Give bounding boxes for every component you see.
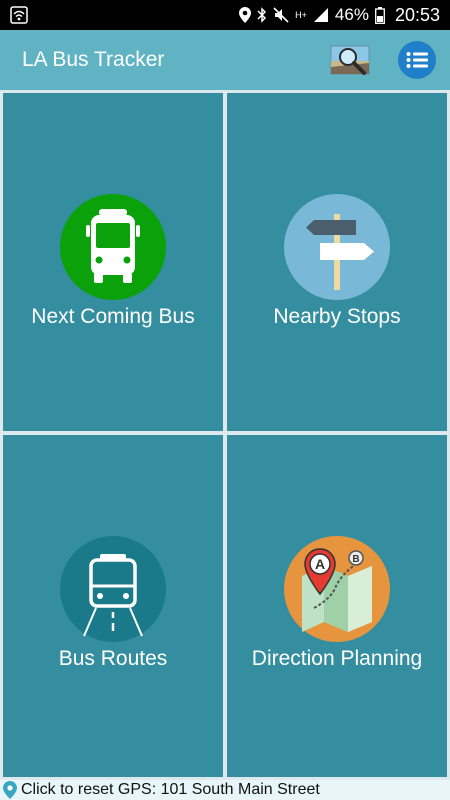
app-bar: LA Bus Tracker xyxy=(0,30,450,90)
signal-icon xyxy=(313,8,328,22)
map-search-button[interactable] xyxy=(330,43,370,77)
menu-button[interactable] xyxy=(398,41,436,79)
wifi-icon xyxy=(10,6,28,24)
map-search-icon xyxy=(330,45,370,75)
tile-bus-routes[interactable]: Bus Routes xyxy=(3,435,223,777)
tile-label: Direction Planning xyxy=(251,647,423,670)
tile-label: Next Coming Bus xyxy=(31,305,195,328)
tile-label: Nearby Stops xyxy=(273,305,401,328)
battery-icon xyxy=(375,6,385,24)
reset-gps-bar[interactable]: Click to reset GPS: 101 South Main Stree… xyxy=(0,780,450,800)
bus-route-icon xyxy=(60,536,166,642)
network-type: H+ xyxy=(295,9,307,20)
location-icon xyxy=(239,7,252,23)
signpost-icon xyxy=(284,194,390,300)
tile-label: Bus Routes xyxy=(58,647,168,670)
list-menu-icon xyxy=(406,52,428,68)
tile-direction-planning[interactable]: B A Direction Planning xyxy=(227,435,447,777)
mute-icon xyxy=(273,7,289,23)
map-directions-icon: B A xyxy=(284,536,390,642)
battery-percent: 46% xyxy=(334,5,369,24)
tile-nearby-stops[interactable]: Nearby Stops xyxy=(227,93,447,431)
svg-text:A: A xyxy=(315,556,325,572)
status-bar: H+ 46% 20:53 xyxy=(0,0,450,30)
location-pin-icon xyxy=(3,781,17,799)
main-grid: Next Coming Bus Nearby Stops Bus Routes xyxy=(0,90,450,780)
tile-next-coming-bus[interactable]: Next Coming Bus xyxy=(3,93,223,431)
bluetooth-icon xyxy=(257,7,267,23)
bus-front-icon xyxy=(60,194,166,300)
app-title: LA Bus Tracker xyxy=(22,48,165,71)
svg-text:B: B xyxy=(352,554,359,565)
reset-gps-text: Click to reset GPS: 101 South Main Stree… xyxy=(21,781,320,798)
clock: 20:53 xyxy=(394,4,440,25)
